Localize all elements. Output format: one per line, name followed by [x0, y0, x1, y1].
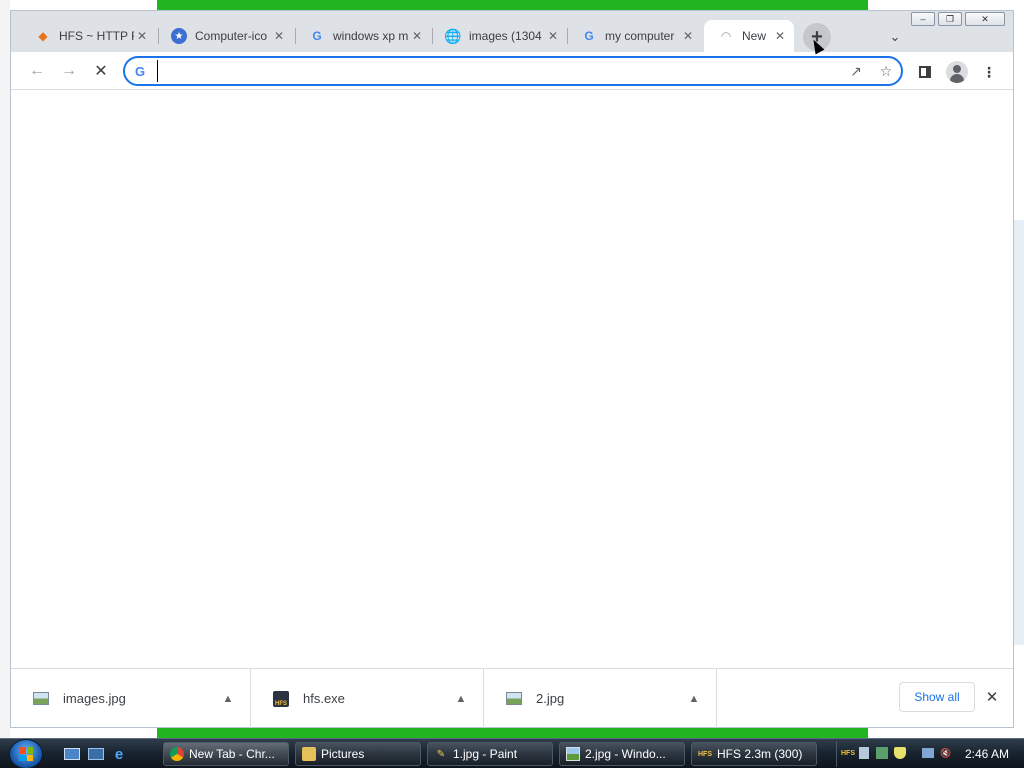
profile-button[interactable] — [945, 60, 969, 84]
taskbar-button-photo-viewer[interactable]: 2.jpg - Windo... — [559, 742, 685, 766]
downloads-shelf: images.jpg ▲ HFS hfs.exe ▲ 2.jpg ▲ Show … — [11, 668, 1013, 728]
window-controls: – ❐ ✕ — [911, 12, 1005, 26]
back-button[interactable]: ← — [23, 57, 51, 85]
taskbar-button-label: 1.jpg - Paint — [453, 747, 518, 761]
switch-windows-icon[interactable] — [87, 746, 105, 762]
google-favicon-icon: G — [312, 29, 322, 43]
desktop-background-left — [0, 0, 10, 738]
image-file-icon — [506, 691, 522, 707]
tab-title: HFS ~ HTTP F — [59, 29, 134, 43]
page-content — [11, 90, 1013, 668]
folder-icon — [302, 747, 316, 761]
minimize-button[interactable]: – — [911, 12, 935, 26]
exe-file-icon: HFS — [273, 690, 289, 707]
share-button[interactable]: ↗ — [841, 58, 871, 84]
tab-strip: – ❐ ✕ ◆ HFS ~ HTTP F ✕ ★ Computer-ico ✕ … — [11, 11, 1013, 52]
show-all-button[interactable]: Show all — [899, 682, 975, 712]
download-filename: hfs.exe — [303, 691, 345, 706]
tab-title: New — [742, 29, 767, 43]
hfs-favicon-icon: ◆ — [38, 29, 48, 43]
taskbar-button-label: HFS 2.3m (300) — [717, 747, 803, 761]
system-clock[interactable]: 2:46 AM — [965, 747, 1009, 761]
download-filename: 2.jpg — [536, 691, 565, 706]
chevron-up-icon[interactable]: ▲ — [451, 693, 471, 705]
chrome-window: – ❐ ✕ ◆ HFS ~ HTTP F ✕ ★ Computer-ico ✕ … — [10, 10, 1014, 728]
close-tab-icon[interactable]: ✕ — [680, 28, 696, 44]
chevron-up-icon[interactable]: ▲ — [684, 693, 704, 705]
system-tray: HFS 🔇 2:46 AM — [836, 741, 1024, 767]
start-button[interactable] — [9, 739, 43, 768]
taskbar-button-label: 2.jpg - Windo... — [585, 747, 666, 761]
tab-title: my computer — [605, 29, 675, 43]
close-tab-icon[interactable]: ✕ — [545, 28, 561, 44]
stop-loading-button[interactable]: ✕ — [87, 57, 115, 85]
address-bar[interactable]: G ↗ ☆ — [123, 56, 903, 86]
tab-computer-icon[interactable]: ★ Computer-ico ✕ — [157, 20, 293, 52]
side-panel-button[interactable] — [913, 60, 937, 84]
volume-muted-icon[interactable]: 🔇 — [939, 746, 953, 760]
browser-toolbar: ← → ✕ G ↗ ☆ ⋮ — [11, 52, 1013, 90]
image-file-icon — [33, 691, 49, 707]
close-tab-icon[interactable]: ✕ — [772, 28, 788, 44]
close-window-button[interactable]: ✕ — [965, 12, 1005, 26]
close-tab-icon[interactable]: ✕ — [271, 28, 287, 44]
arrow-right-icon: → — [61, 62, 77, 79]
arrow-left-icon: ← — [29, 62, 45, 79]
shield-tray-icon[interactable] — [893, 746, 907, 760]
google-icon: G — [135, 63, 146, 79]
close-tab-icon[interactable]: ✕ — [134, 28, 150, 44]
tab-title: Computer-ico — [195, 29, 268, 43]
chevron-down-icon: ⌄ — [889, 29, 901, 44]
chrome-icon — [170, 747, 184, 761]
tab-my-computer[interactable]: G my computer ✕ — [567, 20, 702, 52]
star-favicon-icon: ★ — [171, 28, 187, 44]
globe-favicon-icon: 🌐 — [444, 27, 462, 44]
paint-icon: ✎ — [436, 748, 446, 760]
close-tab-icon[interactable]: ✕ — [409, 28, 425, 44]
bookmark-button[interactable]: ☆ — [871, 58, 901, 84]
taskbar-button-label: New Tab - Chr... — [189, 747, 275, 761]
taskbar-button-hfs[interactable]: HFS HFS 2.3m (300) — [691, 742, 817, 766]
tab-title: windows xp m — [333, 29, 409, 43]
maximize-button[interactable]: ❐ — [938, 12, 962, 26]
download-filename: images.jpg — [63, 691, 126, 706]
tab-search-button[interactable]: ⌄ — [885, 27, 905, 47]
tab-hfs[interactable]: ◆ HFS ~ HTTP F ✕ — [21, 20, 156, 52]
forward-button[interactable]: → — [55, 57, 83, 85]
loading-spinner-icon: ◠ — [721, 29, 731, 43]
network-share-tray-icon[interactable] — [875, 746, 889, 760]
address-input[interactable] — [157, 60, 841, 82]
tab-windows-xp[interactable]: G windows xp m ✕ — [295, 20, 431, 52]
hfs-tray-icon[interactable]: HFS — [841, 746, 855, 760]
chevron-up-icon[interactable]: ▲ — [218, 693, 238, 705]
hfs-icon: HFS — [698, 750, 712, 758]
taskbar-button-label: Pictures — [321, 747, 365, 761]
tab-images[interactable]: 🌐 images (1304 ✕ — [431, 20, 567, 52]
taskbar-button-chrome[interactable]: New Tab - Chr... — [163, 742, 289, 766]
close-icon: ✕ — [94, 63, 108, 80]
internet-explorer-icon[interactable]: e — [110, 746, 128, 763]
star-icon: ☆ — [879, 62, 893, 79]
show-desktop-icon[interactable] — [63, 746, 81, 762]
kebab-menu-icon: ⋮ — [982, 63, 996, 80]
google-favicon-icon: G — [584, 29, 594, 43]
photo-viewer-icon — [566, 747, 580, 761]
windows-logo-icon — [19, 747, 33, 761]
device-tray-icon[interactable] — [857, 746, 871, 760]
download-item[interactable]: 2.jpg ▲ — [484, 669, 717, 728]
close-icon: ✕ — [985, 689, 999, 706]
avatar-icon — [946, 61, 968, 83]
network-tray-icon[interactable] — [921, 746, 935, 760]
taskbar-button-pictures[interactable]: Pictures — [295, 742, 421, 766]
tab-new-tab[interactable]: ◠ New ✕ — [704, 20, 794, 52]
menu-button[interactable]: ⋮ — [977, 60, 1001, 84]
close-shelf-button[interactable]: ✕ — [981, 686, 1003, 708]
download-item[interactable]: HFS hfs.exe ▲ — [251, 669, 484, 728]
tab-title: images (1304 — [469, 29, 542, 43]
taskbar-button-paint[interactable]: ✎ 1.jpg - Paint — [427, 742, 553, 766]
download-item[interactable]: images.jpg ▲ — [11, 669, 251, 728]
share-icon: ↗ — [850, 62, 862, 79]
taskbar: e New Tab - Chr... Pictures ✎ 1.jpg - Pa… — [0, 738, 1024, 768]
side-panel-icon — [919, 66, 931, 78]
